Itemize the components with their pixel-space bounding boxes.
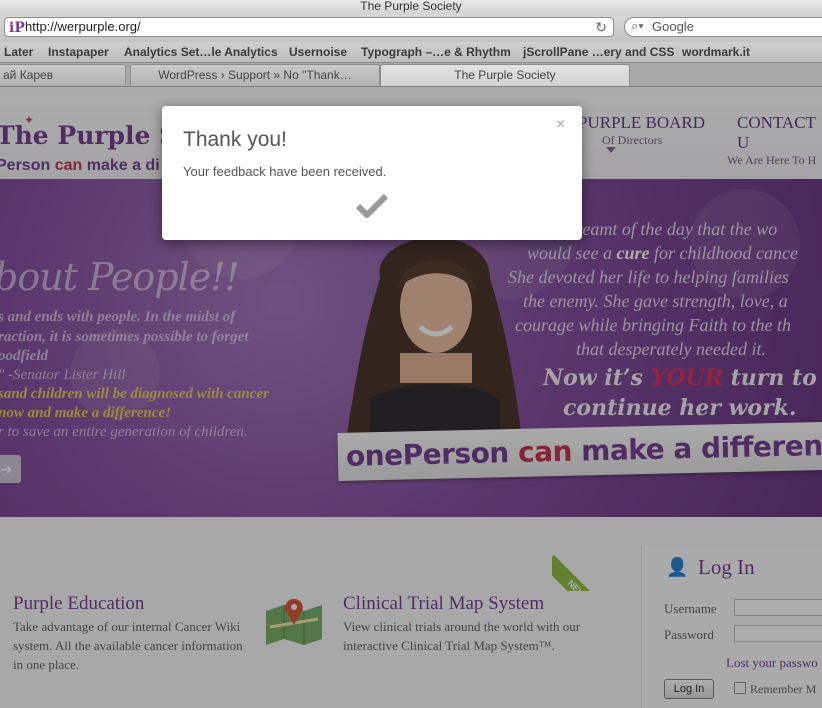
window-title: The Purple Society bbox=[0, 0, 822, 14]
bookmark-jscrollpane[interactable]: jScrollPane …ery and CSS bbox=[523, 42, 674, 62]
bookmarks-bar: Later Instapaper Analytics Set…le Analyt… bbox=[0, 42, 822, 63]
checkmark-icon bbox=[356, 193, 388, 218]
browser-toolbar: iP http://werpurple.org/ ↻ ⌕▾ Google bbox=[0, 14, 822, 42]
search-placeholder: Google bbox=[652, 19, 694, 34]
bookmark-analytics[interactable]: Analytics Set…le Analytics bbox=[124, 42, 278, 62]
bookmark-later[interactable]: Later bbox=[4, 42, 33, 62]
close-icon[interactable]: × bbox=[556, 116, 565, 134]
bookmark-wordmark[interactable]: wordmark.it bbox=[682, 42, 750, 62]
bookmark-typograph[interactable]: Typograph –…e & Rhythm bbox=[361, 42, 511, 62]
bookmark-usernoise[interactable]: Usernoise bbox=[289, 42, 347, 62]
tab-bar: ай Карев WordPress › Support » No "Thank… bbox=[0, 63, 822, 87]
reload-icon[interactable]: ↻ bbox=[595, 18, 607, 36]
tab-karev[interactable]: ай Карев bbox=[0, 64, 126, 85]
modal-title: Thank you! bbox=[183, 128, 287, 151]
web-page: ✦ The Purple Soc Person can make a di PU… bbox=[0, 87, 822, 708]
thank-you-modal: Thank you! × Your feedback have been rec… bbox=[162, 106, 582, 240]
tab-purple-society[interactable]: The Purple Society bbox=[380, 64, 630, 86]
bookmark-instapaper[interactable]: Instapaper bbox=[48, 42, 109, 62]
site-favicon-icon: iP bbox=[9, 20, 25, 36]
address-bar[interactable]: iP http://werpurple.org/ ↻ bbox=[4, 17, 614, 37]
modal-message: Your feedback have been received. bbox=[183, 164, 387, 179]
tab-wordpress-support[interactable]: WordPress › Support » No "Thank… bbox=[130, 64, 380, 86]
search-icon: ⌕▾ bbox=[631, 18, 644, 33]
search-field[interactable]: ⌕▾ Google bbox=[624, 17, 822, 37]
address-url: http://werpurple.org/ bbox=[25, 19, 141, 34]
